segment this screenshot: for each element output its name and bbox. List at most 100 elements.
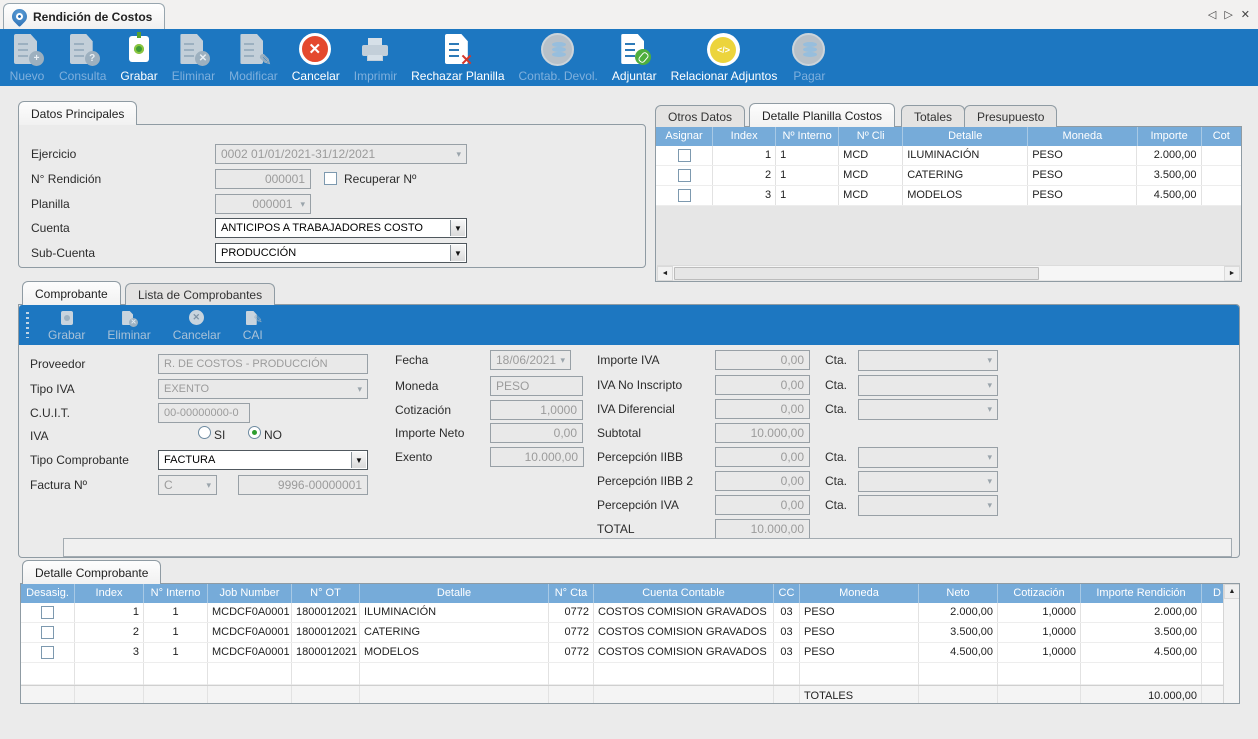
window-tab-title: Rendición de Costos <box>33 10 152 24</box>
desasignar-checkbox[interactable] <box>41 626 54 639</box>
percepcion-iibb-input[interactable]: 0,00 <box>715 447 810 467</box>
tab-comprobante[interactable]: Comprobante <box>22 281 121 305</box>
close-icon[interactable]: ✕ <box>1241 8 1250 21</box>
asignar-checkbox[interactable] <box>678 189 691 202</box>
dropdown-arrow-icon[interactable]: ▼ <box>351 452 366 468</box>
asignar-checkbox[interactable] <box>678 169 691 182</box>
asignar-checkbox[interactable] <box>678 149 691 162</box>
cotizacion-label: Cotización <box>395 403 451 417</box>
factura-numero-input[interactable]: 9996-00000001 <box>238 475 368 495</box>
cta-importe-iva-select[interactable]: ▾ <box>858 350 998 371</box>
recuperar-checkbox[interactable] <box>324 172 337 185</box>
tipo-iva-select[interactable]: EXENTO ▾ <box>158 379 368 399</box>
relacionar-adjuntos-button[interactable]: </> Relacionar Adjuntos <box>664 32 785 83</box>
cancelar-button[interactable]: ✕ Cancelar <box>285 32 347 83</box>
planilla-costos-table: Asignar Index Nº Interno Nº Cli Detalle … <box>655 126 1242 282</box>
tab-presupuesto[interactable]: Presupuesto <box>964 105 1057 127</box>
tab-datos-principales[interactable]: Datos Principales <box>18 101 137 125</box>
table-row[interactable]: 1 1 MCD ILUMINACIÓN PESO 2.000,00 <box>656 146 1241 166</box>
save-icon <box>58 310 76 327</box>
grabar-button[interactable]: Grabar <box>113 32 164 83</box>
cai-button[interactable]: ✎ CAI <box>232 310 274 342</box>
scrollbar-thumb[interactable] <box>674 267 1039 280</box>
tipo-comprobante-select[interactable]: FACTURA ▼ <box>158 450 368 470</box>
nav-forward-icon[interactable]: ▷ <box>1224 8 1232 21</box>
scroll-left-icon[interactable]: ◄ <box>657 266 673 281</box>
percepcion-iibb2-label: Percepción IIBB 2 <box>597 474 693 488</box>
cta-percepcion-iibb2-select[interactable]: ▾ <box>858 471 998 492</box>
table-row[interactable]: 3 1 MCDCF0A0001 1800012021 MODELOS 0772 … <box>21 643 1239 663</box>
iva-diferencial-input[interactable]: 0,00 <box>715 399 810 419</box>
dropdown-arrow-icon[interactable]: ▼ <box>450 220 465 236</box>
importe-neto-input[interactable]: 0,00 <box>490 423 583 443</box>
factura-letra-select[interactable]: C ▾ <box>158 475 217 495</box>
empty-input-strip[interactable] <box>63 538 1232 557</box>
imprimir-button[interactable]: Imprimir <box>347 32 404 83</box>
code-circle-icon: </> <box>706 32 742 68</box>
ejercicio-select[interactable]: 0002 01/01/2021-31/12/2021 ▾ <box>215 144 467 164</box>
adjuntar-button[interactable]: Adjuntar <box>605 32 664 83</box>
document-reject-icon: ✕ <box>440 32 476 68</box>
horizontal-scrollbar[interactable]: ◄ ► <box>657 265 1240 280</box>
cta-iva-diferencial-select[interactable]: ▾ <box>858 399 998 420</box>
vertical-scrollbar[interactable]: ▲ <box>1223 584 1239 703</box>
proveedor-input[interactable]: R. DE COSTOS - PRODUCCIÓN <box>158 354 368 374</box>
contab-devol-button[interactable]: Contab. Devol. <box>512 32 605 83</box>
scroll-right-icon[interactable]: ► <box>1224 266 1240 281</box>
cta-percepcion-iibb-select[interactable]: ▾ <box>858 447 998 468</box>
tab-lista-comprobantes[interactable]: Lista de Comprobantes <box>125 283 275 305</box>
table-row[interactable]: 2 1 MCD CATERING PESO 3.500,00 <box>656 166 1241 186</box>
tipo-iva-label: Tipo IVA <box>30 382 75 396</box>
subcuenta-select[interactable]: PRODUCCIÓN ▼ <box>215 243 467 263</box>
toolbar-drag-handle[interactable] <box>26 312 29 338</box>
iva-si-label: SI <box>214 428 225 442</box>
cuit-input[interactable]: 00-00000000-0 <box>158 403 250 423</box>
cotizacion-input[interactable]: 1,0000 <box>490 400 583 420</box>
tab-totales[interactable]: Totales <box>901 105 965 127</box>
tab-nav-controls: ◁ ▷ ✕ <box>1208 8 1250 21</box>
percepcion-iva-input[interactable]: 0,00 <box>715 495 810 515</box>
cta-iva-no-inscripto-select[interactable]: ▾ <box>858 375 998 396</box>
scroll-up-icon[interactable]: ▲ <box>1224 584 1240 599</box>
iva-no-inscripto-input[interactable]: 0,00 <box>715 375 810 395</box>
comprobante-toolbar: Grabar ✕ Eliminar ✕ Cancelar ✎ CAI <box>19 305 1239 345</box>
iva-si-radio[interactable] <box>198 426 211 439</box>
nuevo-button[interactable]: + Nuevo <box>2 32 52 83</box>
tab-otros-datos[interactable]: Otros Datos <box>655 105 745 127</box>
tab-detalle-comprobante[interactable]: Detalle Comprobante <box>22 560 161 584</box>
eliminar-button[interactable]: ✕ Eliminar <box>165 32 222 83</box>
table-row[interactable]: 3 1 MCD MODELOS PESO 4.500,00 <box>656 186 1241 206</box>
document-plus-icon: + <box>9 32 45 68</box>
app-icon <box>9 6 30 27</box>
percepcion-iibb2-input[interactable]: 0,00 <box>715 471 810 491</box>
total-input[interactable]: 10.000,00 <box>715 519 810 539</box>
grabar-comprobante-button[interactable]: Grabar <box>37 310 96 342</box>
cancelar-comprobante-button[interactable]: ✕ Cancelar <box>162 310 232 342</box>
cancel-circle-icon: ✕ <box>188 310 206 327</box>
tab-detalle-planilla-costos[interactable]: Detalle Planilla Costos <box>749 103 895 127</box>
exento-input[interactable]: 10.000,00 <box>490 447 584 467</box>
rechazar-planilla-button[interactable]: ✕ Rechazar Planilla <box>404 32 511 83</box>
importe-iva-input[interactable]: 0,00 <box>715 350 810 370</box>
table-row[interactable]: 1 1 MCDCF0A0001 1800012021 ILUMINACIÓN 0… <box>21 603 1239 623</box>
table-row[interactable]: 2 1 MCDCF0A0001 1800012021 CATERING 0772… <box>21 623 1239 643</box>
desasignar-checkbox[interactable] <box>41 646 54 659</box>
pagar-button[interactable]: Pagar <box>784 32 834 83</box>
consulta-button[interactable]: ? Consulta <box>52 32 113 83</box>
nav-back-icon[interactable]: ◁ <box>1208 8 1216 21</box>
chevron-down-icon: ▾ <box>353 384 362 395</box>
dropdown-arrow-icon[interactable]: ▼ <box>450 245 465 261</box>
moneda-input[interactable]: PESO <box>490 376 583 396</box>
planilla-select[interactable]: 000001 ▾ <box>215 194 311 214</box>
window-tab[interactable]: Rendición de Costos <box>3 3 165 29</box>
desasignar-checkbox[interactable] <box>41 606 54 619</box>
iva-no-radio[interactable] <box>248 426 261 439</box>
rendicion-input[interactable]: 000001 <box>215 169 311 189</box>
chevron-down-icon: ▾ <box>983 355 992 366</box>
fecha-select[interactable]: 18/06/2021 ▾ <box>490 350 571 370</box>
modificar-button[interactable]: ✎ Modificar <box>222 32 285 83</box>
eliminar-comprobante-button[interactable]: ✕ Eliminar <box>96 310 161 342</box>
cuenta-select[interactable]: ANTICIPOS A TRABAJADORES COSTO ▼ <box>215 218 467 238</box>
cta-percepcion-iva-select[interactable]: ▾ <box>858 495 998 516</box>
subtotal-input[interactable]: 10.000,00 <box>715 423 810 443</box>
